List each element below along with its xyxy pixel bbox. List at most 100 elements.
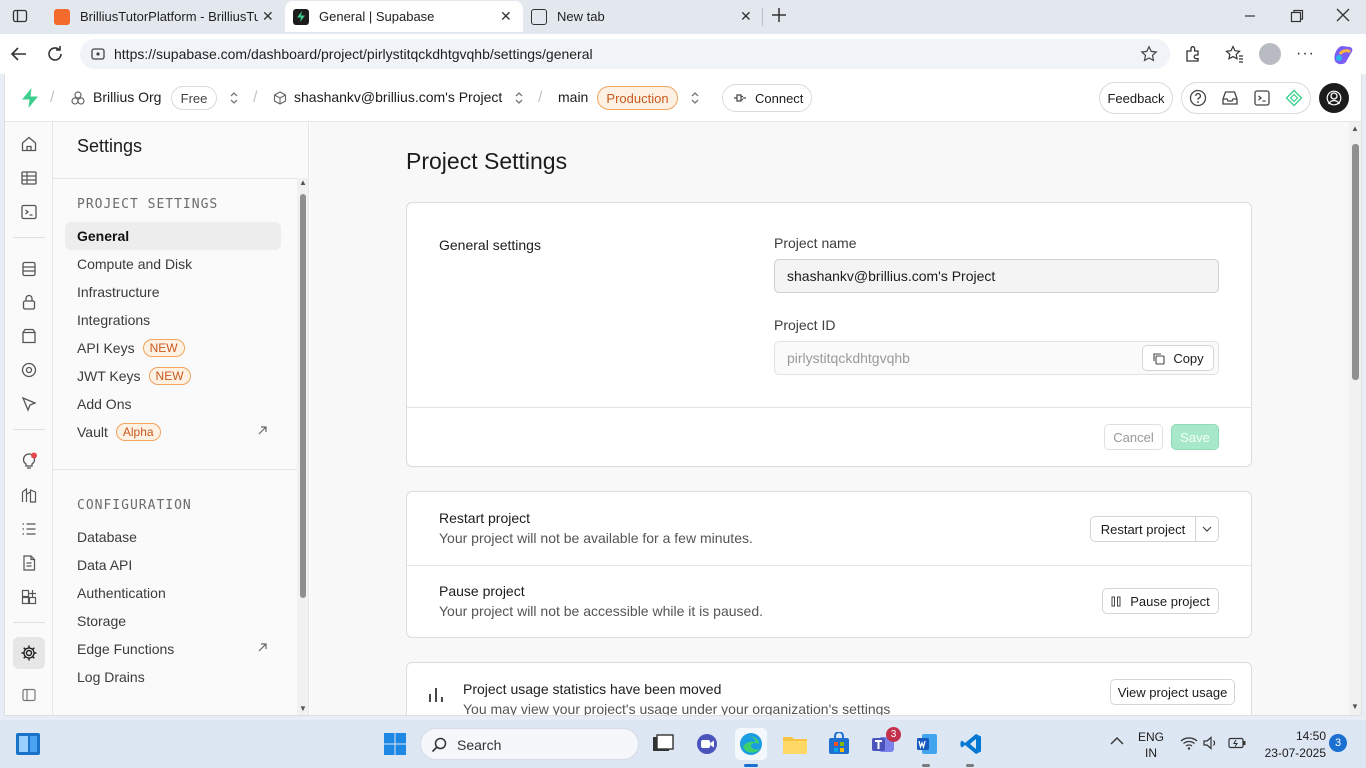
menu-item-authentication[interactable]: Authentication: [65, 579, 281, 607]
feedback-button[interactable]: Feedback: [1099, 82, 1173, 114]
menu-item-api-keys[interactable]: API Keys NEW: [65, 334, 281, 362]
menu-scrollbar-thumb[interactable]: [300, 194, 306, 598]
menu-item-log-drains[interactable]: Log Drains: [65, 663, 281, 691]
task-view-icon[interactable]: [647, 728, 679, 760]
menu-scrollbar[interactable]: ▲ ▼: [297, 178, 308, 715]
file-explorer-icon[interactable]: [779, 728, 811, 760]
site-info-icon[interactable]: [90, 47, 106, 61]
terminal-icon[interactable]: [1248, 84, 1276, 112]
logs-list-icon[interactable]: [17, 517, 41, 541]
breadcrumb-separator: /: [253, 89, 258, 106]
vscode-icon[interactable]: [955, 728, 987, 760]
restart-options-dropdown[interactable]: [1195, 516, 1219, 542]
realtime-icon[interactable]: [17, 358, 41, 382]
minimize-icon[interactable]: [1244, 8, 1256, 24]
branch-switcher-chevron-icon[interactable]: [690, 90, 700, 106]
sql-editor-icon[interactable]: [17, 200, 41, 224]
scroll-up-arrow-icon[interactable]: ▲: [299, 178, 307, 187]
menu-item-data-api[interactable]: Data API: [65, 551, 281, 579]
browser-tab-supabase[interactable]: General | Supabase: [285, 1, 523, 32]
taskbar-search-box[interactable]: Search: [420, 728, 639, 760]
menu-item-add-ons[interactable]: Add Ons: [65, 390, 281, 418]
help-icon[interactable]: [1184, 84, 1212, 112]
page-scrollbar[interactable]: ▲ ▼: [1349, 122, 1361, 715]
collapse-sidebar-icon[interactable]: [17, 683, 41, 707]
clock[interactable]: 14:50 23-07-2025: [1256, 729, 1326, 760]
project-name[interactable]: shashankv@brillius.com's Project: [294, 89, 502, 105]
start-windows-icon[interactable]: [379, 728, 411, 760]
branch-name[interactable]: main: [558, 89, 588, 105]
edge-functions-cursor-icon[interactable]: [17, 392, 41, 416]
page-scrollbar-thumb[interactable]: [1352, 144, 1359, 380]
widgets-icon[interactable]: [12, 728, 44, 760]
show-hidden-icons-chevron[interactable]: [1110, 736, 1124, 746]
word-icon[interactable]: [911, 728, 943, 760]
close-tab-icon[interactable]: ✕: [262, 8, 274, 25]
menu-item-general[interactable]: General: [65, 222, 281, 250]
edge-browser-icon[interactable]: [735, 728, 767, 760]
menu-item-database[interactable]: Database: [65, 523, 281, 551]
extensions-icon[interactable]: [1184, 45, 1202, 63]
back-icon[interactable]: [10, 45, 28, 63]
project-id-field[interactable]: pirlystitqckdhtgvqhb Copy: [774, 341, 1219, 375]
api-docs-icon[interactable]: [17, 551, 41, 575]
close-tab-icon[interactable]: ✕: [500, 8, 512, 25]
volume-icon[interactable]: [1203, 736, 1219, 750]
reports-icon[interactable]: [17, 483, 41, 507]
more-options-icon[interactable]: ···: [1296, 45, 1315, 63]
settings-gear-icon[interactable]: [13, 637, 45, 669]
wifi-icon[interactable]: [1180, 736, 1198, 750]
project-name-input[interactable]: shashankv@brillius.com's Project: [774, 259, 1219, 293]
menu-item-compute-and-disk[interactable]: Compute and Disk: [65, 250, 281, 278]
pause-project-button[interactable]: Pause project: [1102, 588, 1219, 614]
save-button[interactable]: Save: [1171, 424, 1219, 450]
restore-icon[interactable]: [1290, 9, 1304, 23]
browser-tab-brillius[interactable]: BrilliusTutorPlatform - BrilliusTuto: [44, 1, 284, 32]
assistant-diamond-icon[interactable]: [1280, 84, 1308, 112]
connect-button[interactable]: Connect: [722, 84, 812, 112]
menu-item-integrations[interactable]: Integrations: [65, 306, 281, 334]
cancel-button[interactable]: Cancel: [1104, 424, 1163, 450]
battery-icon[interactable]: [1228, 737, 1246, 749]
supabase-logo-icon[interactable]: [21, 88, 39, 108]
favorites-icon[interactable]: [1224, 44, 1244, 64]
authentication-lock-icon[interactable]: [17, 290, 41, 314]
storage-icon[interactable]: [17, 324, 41, 348]
close-tab-icon[interactable]: ✕: [740, 8, 752, 25]
database-icon[interactable]: [17, 257, 41, 281]
restart-project-button[interactable]: Restart project: [1090, 516, 1196, 542]
address-bar[interactable]: https://supabase.com/dashboard/project/p…: [80, 39, 1170, 69]
scroll-down-arrow-icon[interactable]: ▼: [299, 704, 307, 713]
menu-item-edge-functions[interactable]: Edge Functions: [65, 635, 281, 663]
menu-item-vault[interactable]: Vault Alpha: [65, 418, 281, 446]
profile-avatar-icon[interactable]: [1259, 43, 1281, 65]
copy-button[interactable]: Copy: [1142, 345, 1214, 371]
org-switcher-chevron-icon[interactable]: [229, 90, 239, 106]
integrations-icon[interactable]: [17, 585, 41, 609]
copilot-icon[interactable]: [1331, 43, 1355, 65]
close-window-icon[interactable]: [1336, 8, 1350, 22]
notification-center-badge[interactable]: 3: [1329, 734, 1347, 752]
menu-item-storage[interactable]: Storage: [65, 607, 281, 635]
favorite-star-icon[interactable]: [1140, 45, 1158, 63]
scroll-up-arrow-icon[interactable]: ▲: [1351, 124, 1359, 133]
advisors-bulb-icon[interactable]: [17, 449, 41, 473]
browser-tab-newtab[interactable]: New tab: [523, 1, 761, 32]
menu-item-jwt-keys[interactable]: JWT Keys NEW: [65, 362, 281, 390]
tab-actions-icon[interactable]: [12, 8, 28, 24]
table-editor-icon[interactable]: [17, 166, 41, 190]
org-name[interactable]: Brillius Org: [93, 89, 161, 105]
project-switcher-chevron-icon[interactable]: [514, 90, 524, 106]
microsoft-store-icon[interactable]: [823, 728, 855, 760]
chat-meet-icon[interactable]: [691, 728, 723, 760]
refresh-icon[interactable]: [46, 45, 64, 63]
scroll-down-arrow-icon[interactable]: ▼: [1351, 702, 1359, 711]
input-language[interactable]: ENG IN: [1137, 730, 1165, 760]
general-settings-card: General settings Project name shashankv@…: [406, 202, 1252, 467]
home-icon[interactable]: [17, 132, 41, 156]
menu-item-infrastructure[interactable]: Infrastructure: [65, 278, 281, 306]
view-project-usage-button[interactable]: View project usage: [1110, 679, 1235, 705]
new-tab-icon[interactable]: [770, 6, 788, 24]
user-avatar-icon[interactable]: [1319, 83, 1349, 113]
inbox-icon[interactable]: [1216, 84, 1244, 112]
